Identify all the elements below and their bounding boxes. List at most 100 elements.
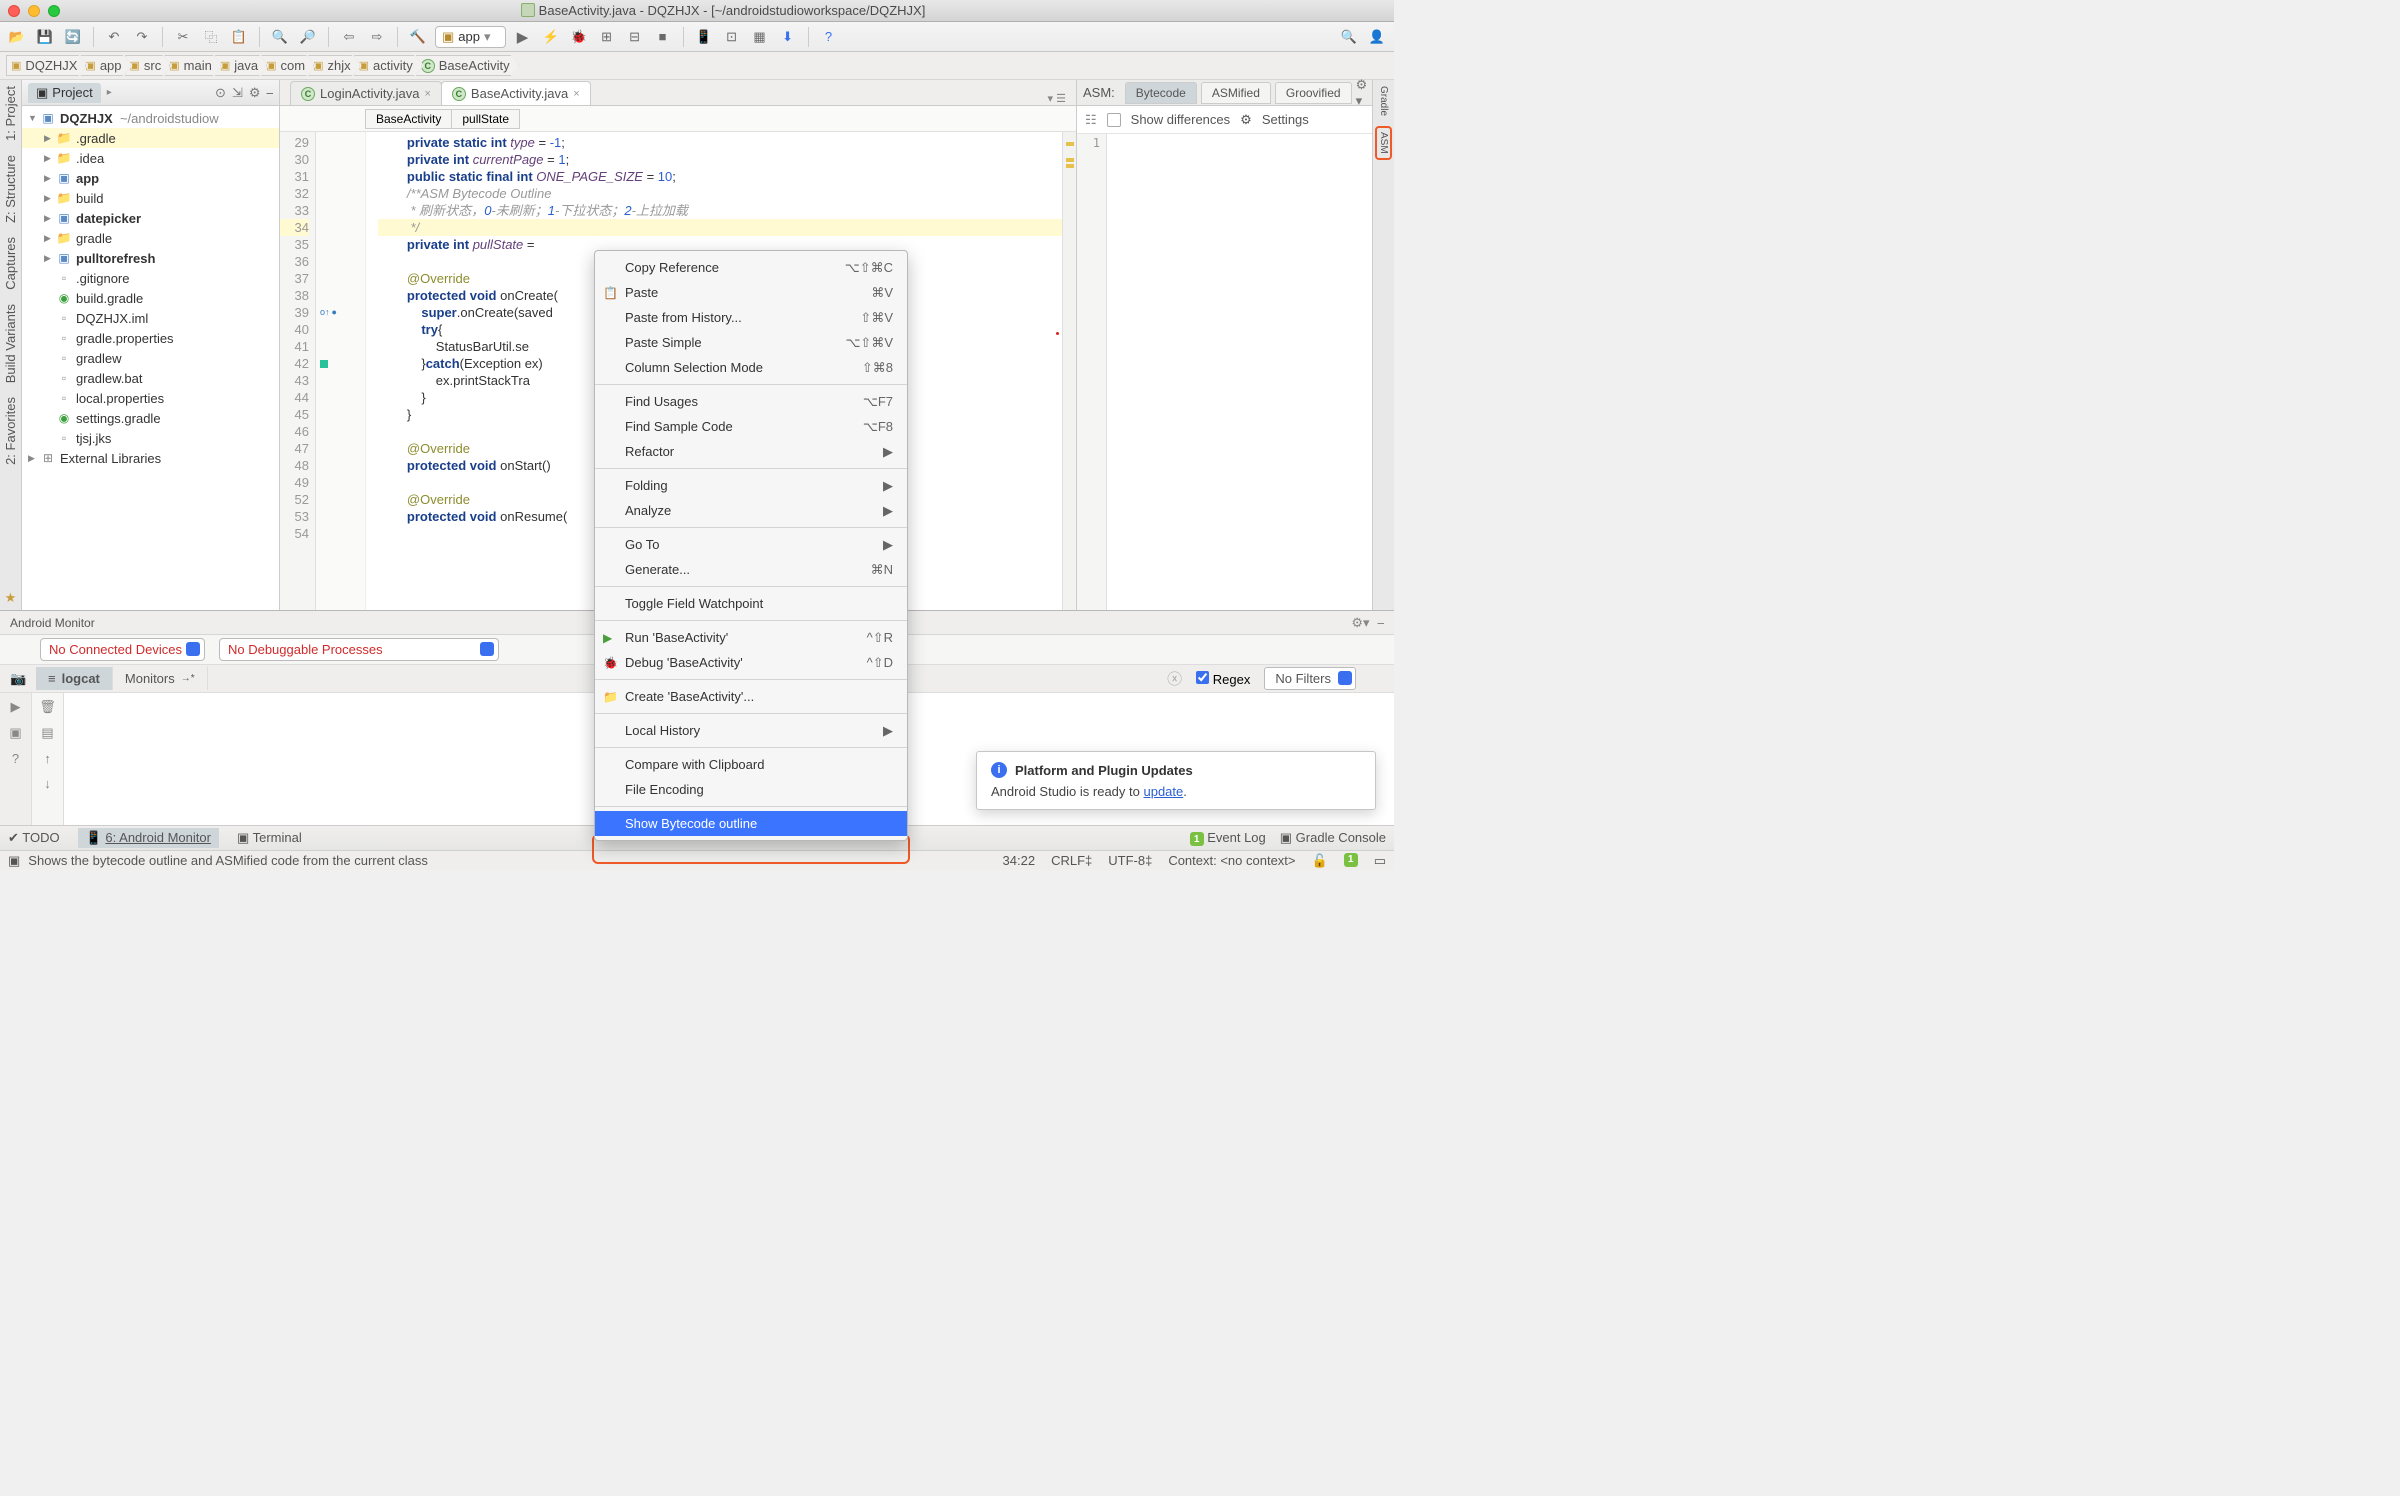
close-window[interactable]	[8, 5, 20, 17]
clear-icon[interactable]: ⓧ	[1167, 668, 1182, 689]
tree-item[interactable]: ▶▣app	[22, 168, 279, 188]
scroll-strip[interactable]	[1062, 132, 1076, 610]
minimize-window[interactable]	[28, 5, 40, 17]
menu-item[interactable]: Go To▶	[595, 532, 907, 557]
regex-checkbox[interactable]: Regex	[1196, 671, 1250, 687]
menu-item[interactable]: File Encoding	[595, 777, 907, 802]
menu-item[interactable]: Generate...⌘N	[595, 557, 907, 582]
editor-context-menu[interactable]: Copy Reference⌥⇧⌘C📋Paste⌘VPaste from His…	[594, 250, 908, 841]
filter-select[interactable]: No Filters	[1264, 667, 1356, 690]
rail-favorites[interactable]: 2: Favorites	[3, 397, 18, 465]
trash-icon[interactable]: 🗑	[39, 699, 56, 715]
hide-icon[interactable]: ⎯	[267, 85, 274, 101]
tree-item[interactable]: ▶📁.gradle	[22, 128, 279, 148]
encoding[interactable]: UTF-8‡	[1108, 853, 1152, 869]
sync-gradle-icon[interactable]: ⬇	[777, 26, 799, 48]
update-notification[interactable]: iPlatform and Plugin Updates Android Stu…	[976, 751, 1376, 810]
crumb-1[interactable]: ▣app	[80, 55, 130, 76]
tree-item[interactable]: ◉build.gradle	[22, 288, 279, 308]
tree-item[interactable]: ▶📁.idea	[22, 148, 279, 168]
tree-ext-lib[interactable]: ▶⊞External Libraries	[22, 448, 279, 468]
process-select[interactable]: No Debuggable Processes	[219, 638, 499, 661]
menu-item[interactable]: Folding▶	[595, 473, 907, 498]
tree-item[interactable]: ▫tjsj.jks	[22, 428, 279, 448]
cut-icon[interactable]: ✂	[172, 26, 194, 48]
editor-tab-0[interactable]: CLoginActivity.java×	[290, 81, 442, 105]
crumb-7[interactable]: ▣activity	[354, 55, 422, 76]
attach-icon[interactable]: ⊟	[624, 26, 646, 48]
notif-badge[interactable]: 1	[1344, 853, 1358, 867]
back-icon[interactable]: ⇦	[338, 26, 360, 48]
todo-button[interactable]: ✔ TODO	[8, 830, 60, 846]
update-link[interactable]: update	[1143, 784, 1183, 799]
profile-icon[interactable]: ⊞	[596, 26, 618, 48]
rail-asm[interactable]: ASM	[1375, 126, 1392, 160]
tree-item[interactable]: ▫gradlew	[22, 348, 279, 368]
undo-icon[interactable]: ↶	[103, 26, 125, 48]
close-icon[interactable]: ×	[424, 88, 430, 100]
tree-item[interactable]: ▫gradlew.bat	[22, 368, 279, 388]
crumb-5[interactable]: ▣com	[261, 55, 314, 76]
run-icon[interactable]: ▶	[512, 26, 534, 48]
redo-icon[interactable]: ↷	[131, 26, 153, 48]
menu-item[interactable]: ▶Run 'BaseActivity'^⇧R	[595, 625, 907, 650]
close-icon[interactable]: ×	[573, 88, 579, 100]
zoom-window[interactable]	[48, 5, 60, 17]
search-everywhere-icon[interactable]: 🔍	[1338, 26, 1360, 48]
menu-item[interactable]: Analyze▶	[595, 498, 907, 523]
rail-project[interactable]: 1: Project	[3, 86, 18, 141]
crumb-3[interactable]: ▣main	[164, 55, 221, 76]
user-icon[interactable]: 👤	[1366, 26, 1388, 48]
crumb-6[interactable]: ▣zhjx	[308, 55, 360, 76]
collapse-icon[interactable]: ⇲	[232, 85, 243, 101]
menu-item[interactable]: Refactor▶	[595, 439, 907, 464]
menu-item[interactable]: Show Bytecode outline	[595, 811, 907, 836]
menu-item[interactable]: Local History▶	[595, 718, 907, 743]
crumb-2[interactable]: ▣src	[125, 55, 171, 76]
asm-tab-groovified[interactable]: Groovified	[1275, 82, 1352, 104]
monitors-tab[interactable]: Monitors→*	[113, 667, 208, 690]
apply-changes-icon[interactable]: ⚡	[540, 26, 562, 48]
avd-icon[interactable]: 📱	[693, 26, 715, 48]
tree-item[interactable]: ▫DQZHJX.iml	[22, 308, 279, 328]
menu-item[interactable]: 📁Create 'BaseActivity'...	[595, 684, 907, 709]
tab-overflow[interactable]: ▾ ☰	[1038, 92, 1076, 105]
mem-indicator[interactable]: ▭	[1374, 853, 1386, 869]
stop-icon[interactable]: ■	[652, 26, 674, 48]
crumb-8[interactable]: CBaseActivity	[416, 55, 519, 76]
tree-item[interactable]: ▫gradle.properties	[22, 328, 279, 348]
event-log-button[interactable]: 1 Event Log	[1190, 830, 1266, 847]
help-icon[interactable]: ?	[12, 751, 19, 766]
down-icon[interactable]: ↓	[44, 776, 51, 791]
settings-label[interactable]: Settings	[1262, 112, 1309, 127]
tree-item[interactable]: ▶▣datepicker	[22, 208, 279, 228]
paste-icon[interactable]: 📋	[228, 26, 250, 48]
menu-item[interactable]: Copy Reference⌥⇧⌘C	[595, 255, 907, 280]
project-tab[interactable]: ▣Project	[28, 83, 101, 103]
help-icon[interactable]: ?	[818, 26, 840, 48]
menu-item[interactable]: Find Sample Code⌥F8	[595, 414, 907, 439]
line-sep[interactable]: CRLF‡	[1051, 853, 1092, 869]
gradle-console-button[interactable]: ▣ Gradle Console	[1280, 830, 1386, 846]
terminal-button[interactable]: ▣ Terminal	[237, 830, 302, 846]
menu-item[interactable]: Toggle Field Watchpoint	[595, 591, 907, 616]
asm-tab-bytecode[interactable]: Bytecode	[1125, 82, 1197, 104]
crumb-0[interactable]: ▣DQZHJX	[6, 55, 86, 76]
play-icon[interactable]: ▶	[11, 699, 21, 715]
asm-body[interactable]: 1	[1077, 134, 1372, 610]
crumb2-0[interactable]: BaseActivity	[365, 109, 452, 129]
gear-icon[interactable]: ⚙ ▾	[1356, 77, 1368, 109]
menu-item[interactable]: Paste Simple⌥⇧⌘V	[595, 330, 907, 355]
menu-item[interactable]: Paste from History...⇧⌘V	[595, 305, 907, 330]
hide-icon[interactable]: ⎯	[1378, 615, 1385, 631]
project-tree[interactable]: ▼▣ DQZHJX ~/androidstudiow ▶📁.gradle▶📁.i…	[22, 106, 279, 610]
crumb2-1[interactable]: pullState	[451, 109, 520, 129]
gear-icon[interactable]: ⚙▾	[1351, 615, 1369, 631]
device-select[interactable]: No Connected Devices	[40, 638, 205, 661]
scroll-icon[interactable]: ▤	[41, 725, 53, 741]
tree-item[interactable]: ▶📁gradle	[22, 228, 279, 248]
rail-gradle[interactable]: Gradle	[1378, 86, 1389, 116]
screenshot-icon[interactable]: ▣	[9, 725, 21, 741]
replace-icon[interactable]: 🔎	[297, 26, 319, 48]
asm-tab-asmified[interactable]: ASMified	[1201, 82, 1271, 104]
